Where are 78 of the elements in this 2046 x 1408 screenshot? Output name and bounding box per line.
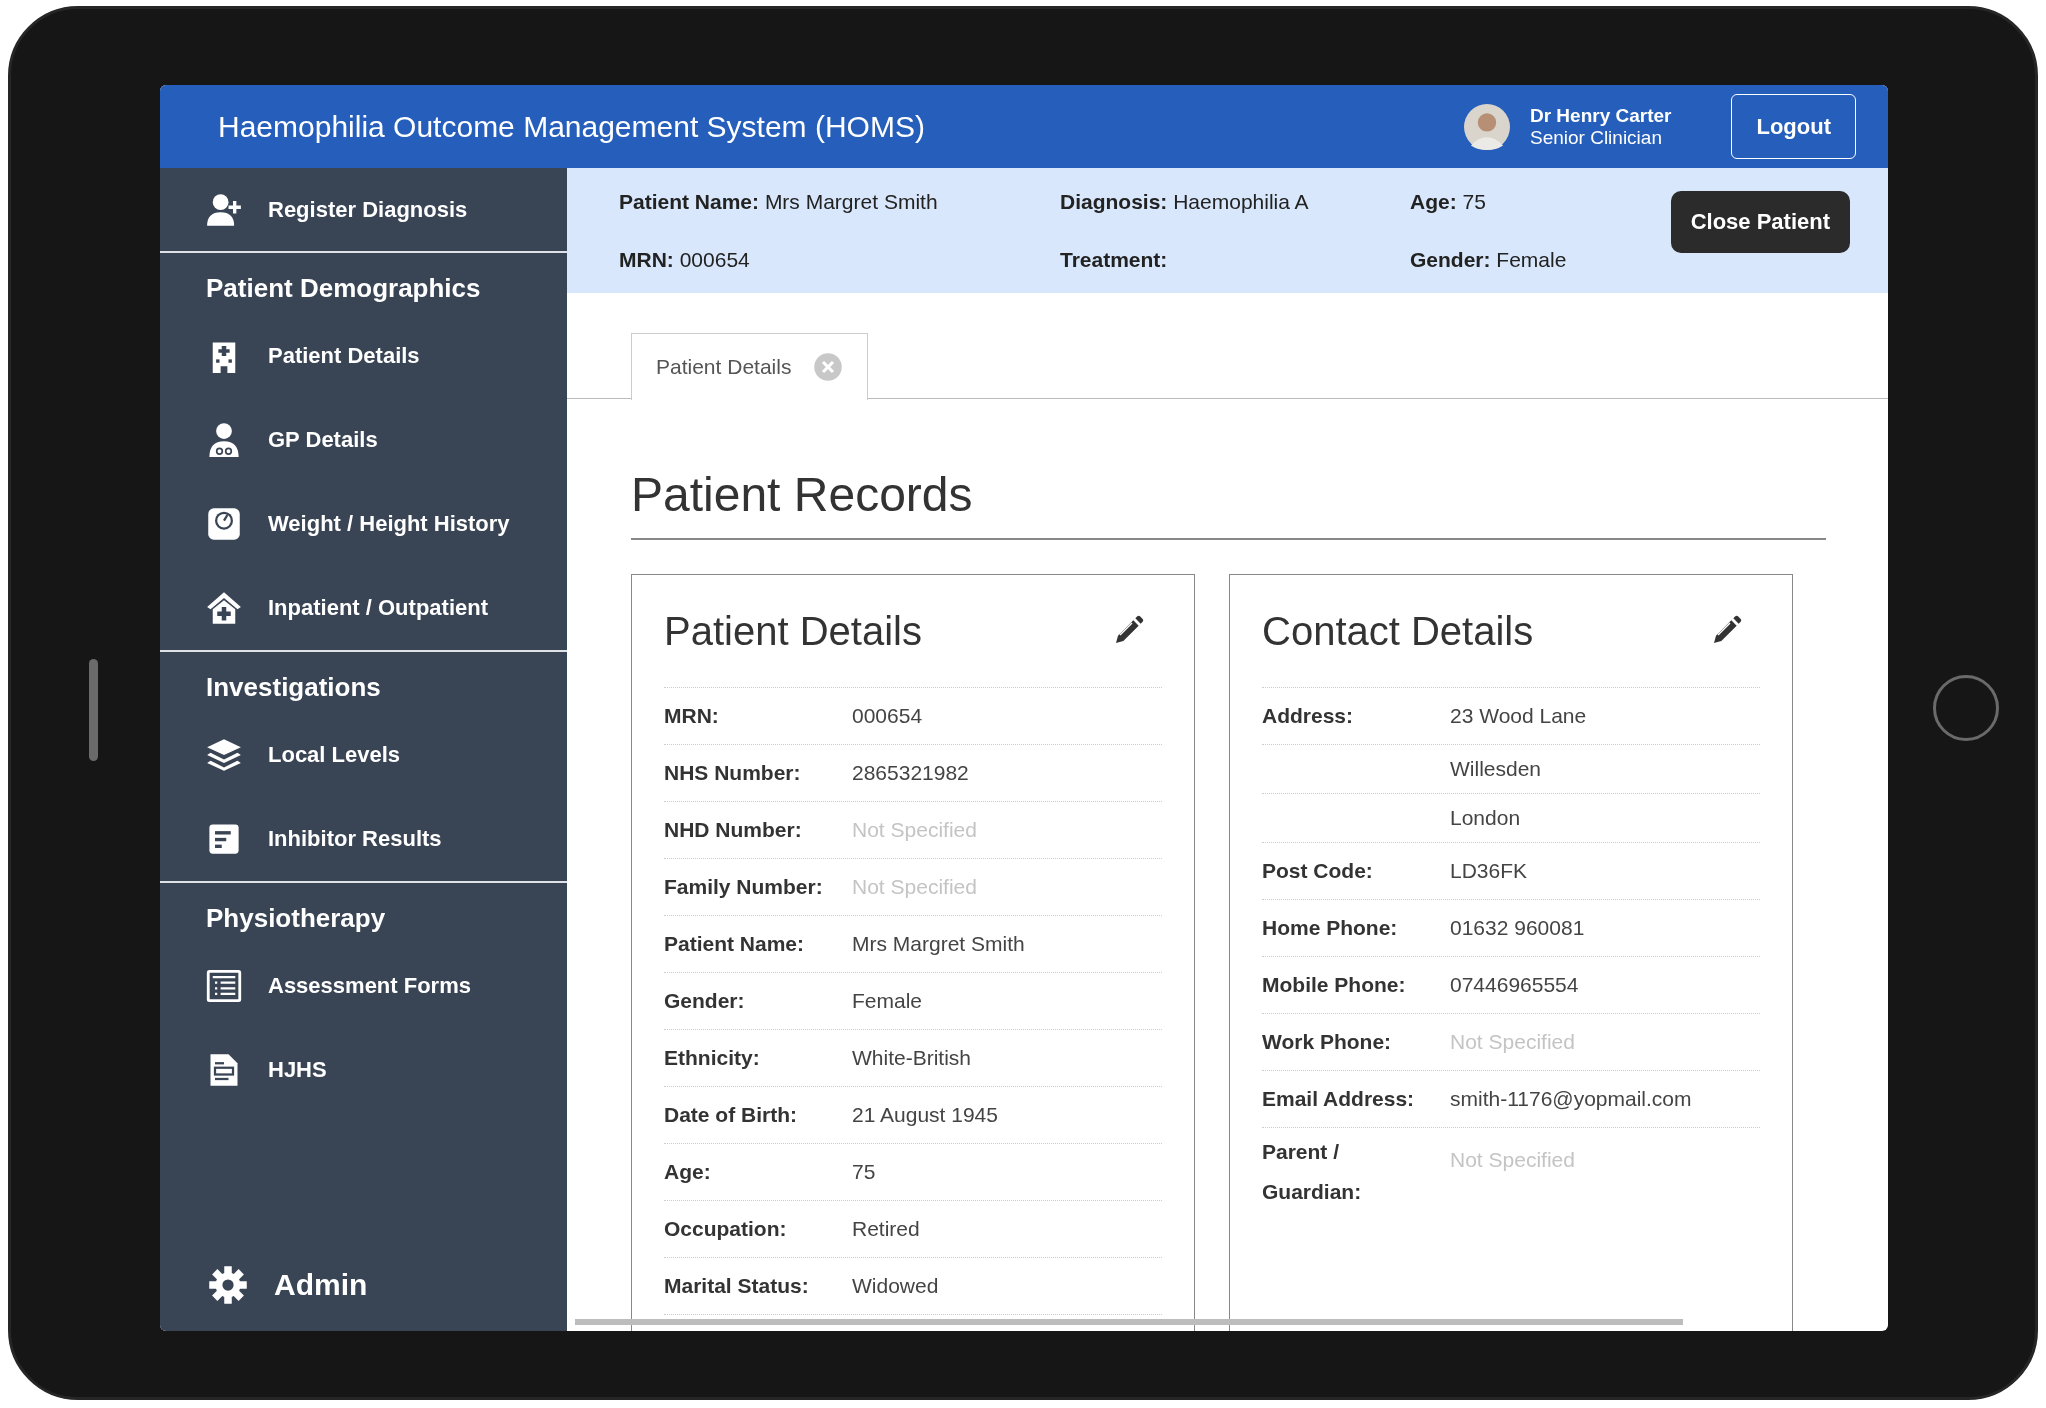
app-title: Haemophilia Outcome Management System (HOMS) bbox=[218, 109, 926, 144]
sidebar-item[interactable]: Assessment Forms bbox=[160, 944, 567, 1028]
field-label: Marital Status: bbox=[664, 1273, 810, 1300]
field-value: 75 bbox=[852, 1159, 876, 1185]
field-label: Home Phone: bbox=[1262, 915, 1399, 942]
sidebar-section-title: Physiotherapy bbox=[205, 902, 387, 935]
patient-info: Gender: Female bbox=[1410, 247, 1568, 272]
field-value: London bbox=[1450, 805, 1521, 831]
card-title: Patient Details bbox=[664, 608, 922, 654]
sidebar-item[interactable]: Local Levels bbox=[160, 713, 567, 797]
field-value: White-British bbox=[852, 1045, 972, 1071]
side-button[interactable] bbox=[89, 659, 98, 761]
field-label: Post Code: bbox=[1262, 858, 1374, 885]
field-value: 23 Wood Lane bbox=[1450, 703, 1587, 729]
sidebar-item[interactable]: Register Diagnosis bbox=[160, 168, 567, 251]
field-value: 07446965554 bbox=[1450, 972, 1579, 998]
sidebar-item[interactable]: Inhibitor Results bbox=[160, 797, 567, 881]
doc-icon bbox=[206, 821, 242, 857]
sidebar-item[interactable]: Patient Details bbox=[160, 314, 567, 398]
field-value: smith-1176@yopmail.com bbox=[1450, 1086, 1692, 1112]
patient-info: Patient Name: Mrs Margret Smith bbox=[619, 189, 939, 214]
close-patient-button[interactable]: Close Patient bbox=[1670, 190, 1850, 253]
card-title: Contact Details bbox=[1262, 608, 1534, 654]
field-value: Not Specified bbox=[1450, 1029, 1575, 1055]
field-label: MRN: bbox=[664, 703, 720, 730]
field-label: Family Number: bbox=[664, 874, 824, 901]
field-label: Ethnicity: bbox=[664, 1045, 761, 1072]
home-button[interactable] bbox=[1933, 675, 1999, 741]
field-label: Address: bbox=[1262, 703, 1355, 730]
field-label: NHD Number: bbox=[664, 817, 803, 844]
user-role: Senior Clinician bbox=[1529, 126, 1663, 149]
field-value: Female bbox=[852, 988, 923, 1014]
avatar-icon bbox=[1463, 103, 1510, 150]
tab[interactable]: Patient Details bbox=[631, 332, 869, 400]
field-value: Not Specified bbox=[1450, 1147, 1575, 1173]
field-label: Age: bbox=[664, 1159, 712, 1186]
field-label: Date of Birth: bbox=[664, 1102, 798, 1129]
sidebar-section-title: Investigations bbox=[205, 671, 382, 704]
field-value: 21 August 1945 bbox=[852, 1102, 998, 1128]
patient-info: Diagnosis: Haemophilia A bbox=[1060, 189, 1310, 214]
sidebar-item[interactable]: Weight / Height History bbox=[160, 482, 567, 566]
field-value: Mrs Margret Smith bbox=[852, 931, 1025, 957]
field-value: Not Specified bbox=[852, 874, 977, 900]
field-label: Work Phone: bbox=[1262, 1029, 1393, 1056]
logout-button[interactable]: Logout bbox=[1731, 94, 1856, 159]
field-label: Patient Name: bbox=[664, 931, 806, 958]
doctor-icon bbox=[206, 422, 242, 458]
field-label: Mobile Phone: bbox=[1262, 972, 1407, 999]
field-label: NHS Number: bbox=[664, 760, 802, 787]
scrollbar[interactable] bbox=[575, 1319, 1683, 1325]
patient-info: MRN: 000654 bbox=[619, 247, 751, 272]
field-label: Occupation: bbox=[664, 1216, 788, 1243]
field-value: 000654 bbox=[852, 703, 923, 729]
field-label: Gender: bbox=[664, 988, 746, 1015]
form-icon bbox=[206, 968, 242, 1004]
field-label: Email Address: bbox=[1262, 1086, 1416, 1113]
field-value: 01632 960081 bbox=[1450, 915, 1585, 941]
user-name: Dr Henry Carter bbox=[1529, 104, 1672, 127]
field-value: 2865321982 bbox=[852, 760, 969, 786]
sidebar-item[interactable]: Inpatient / Outpatient bbox=[160, 566, 567, 650]
field-value: Not Specified bbox=[852, 817, 977, 843]
field-value: Willesden bbox=[1450, 756, 1542, 782]
sidebar-item[interactable]: HJHS bbox=[160, 1028, 567, 1112]
user-plus-icon bbox=[206, 191, 242, 228]
layers-icon bbox=[206, 737, 242, 773]
sidebar-item[interactable]: GP Details bbox=[160, 398, 567, 482]
sidebar-section-title: Patient Demographics bbox=[205, 272, 482, 305]
patient-info: Treatment: bbox=[1060, 247, 1169, 272]
field-value: Retired bbox=[852, 1216, 920, 1242]
page-title: Patient Records bbox=[631, 467, 1826, 540]
settings-icon bbox=[208, 1265, 248, 1305]
patient-info: Age: 75 bbox=[1410, 189, 1487, 214]
field-label: Parent / Guardian: bbox=[1262, 1139, 1363, 1205]
field-value: Widowed bbox=[852, 1273, 939, 1299]
field-value: LD36FK bbox=[1450, 858, 1528, 884]
house-icon bbox=[206, 590, 242, 626]
scale-icon bbox=[206, 506, 242, 542]
admin-link[interactable]: Admin bbox=[160, 1239, 567, 1331]
